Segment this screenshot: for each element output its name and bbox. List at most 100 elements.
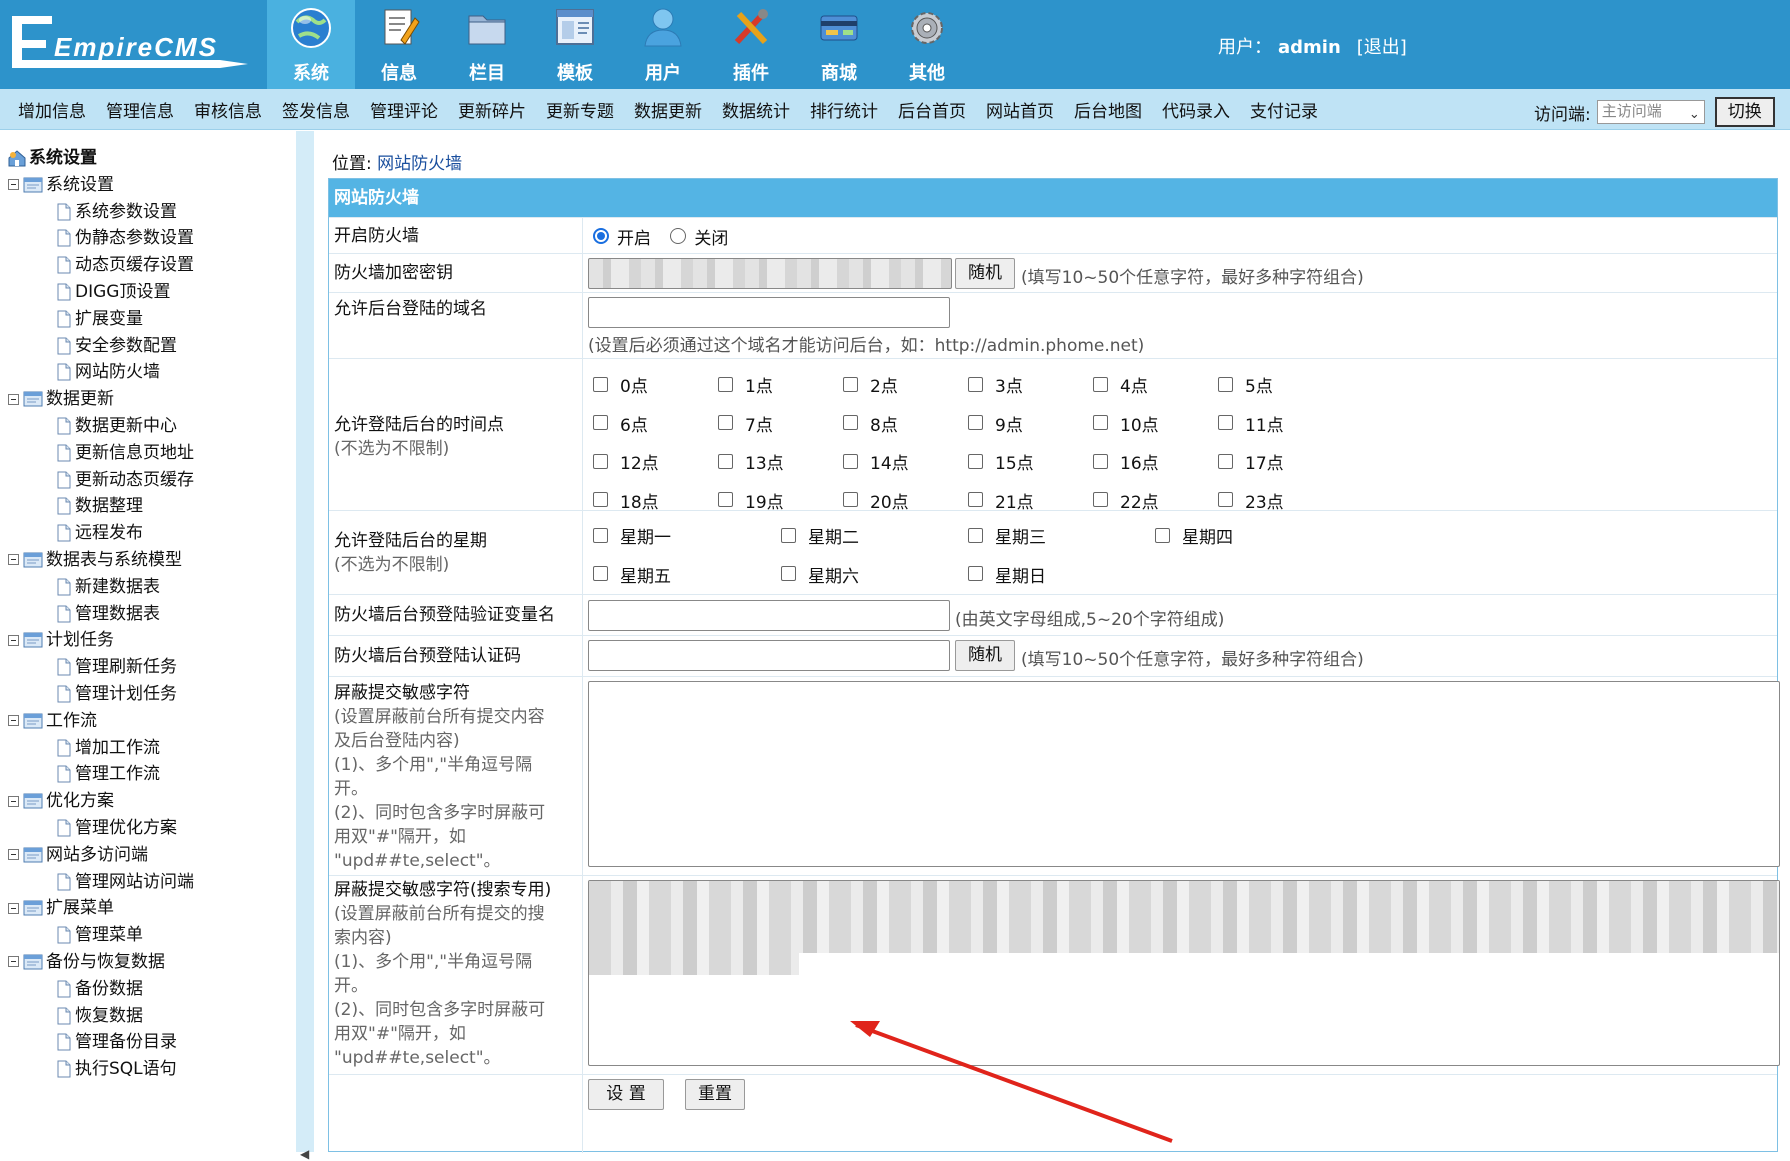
sidebar-group[interactable]: 系统设置 [8, 172, 194, 199]
sidebar-group[interactable]: 数据更新 [8, 386, 194, 413]
quick-link-payment-records[interactable]: 支付记录 [1250, 97, 1318, 122]
sidebar-group[interactable]: 备份与恢复数据 [8, 949, 194, 976]
tree-root-label: 系统设置 [29, 148, 97, 168]
sidebar-item[interactable]: 管理网站访问端 [8, 869, 194, 896]
sidebar-item[interactable]: 网站防火墙 [8, 359, 194, 386]
quick-link-site-home[interactable]: 网站首页 [986, 97, 1054, 122]
document-icon [57, 926, 71, 944]
sidebar-item[interactable]: 更新动态页缓存 [8, 467, 194, 494]
sidebar-item[interactable]: 数据更新中心 [8, 413, 194, 440]
quick-link-manage-comments[interactable]: 管理评论 [370, 97, 438, 122]
quick-link-review-info[interactable]: 审核信息 [194, 97, 262, 122]
logo-text: EmpireCMS [54, 32, 218, 62]
sidebar-item[interactable]: 管理优化方案 [8, 815, 194, 842]
nav-shop[interactable]: 商城 [795, 0, 883, 89]
sidebar-item[interactable]: 管理菜单 [8, 922, 194, 949]
sidebar-item[interactable]: 远程发布 [8, 520, 194, 547]
sidebar-item-label: 系统参数设置 [75, 201, 177, 222]
quick-link-update-fragments[interactable]: 更新碎片 [458, 97, 526, 122]
sidebar-item[interactable]: 更新信息页地址 [8, 440, 194, 467]
logo-graphic: EmpireCMS [12, 16, 248, 68]
document-icon [57, 819, 71, 837]
sidebar-item[interactable]: 恢复数据 [8, 1003, 194, 1030]
collapse-toggle-icon[interactable] [8, 393, 19, 405]
sidebar-item[interactable]: 备份数据 [8, 976, 194, 1003]
collapse-toggle-icon[interactable] [8, 849, 19, 861]
sidebar-group[interactable]: 扩展菜单 [8, 895, 194, 922]
nav-column[interactable]: 栏目 [443, 0, 531, 89]
sidebar-item[interactable]: 安全参数配置 [8, 333, 194, 360]
sidebar-item[interactable]: DIGG顶设置 [8, 279, 194, 306]
nav-system[interactable]: 系统 [267, 0, 355, 89]
quick-link-data-stats[interactable]: 数据统计 [722, 97, 790, 122]
collapse-toggle-icon[interactable] [8, 902, 19, 914]
collapse-toggle-icon[interactable] [8, 554, 19, 566]
sidebar-group-label: 扩展菜单 [46, 898, 114, 919]
sidebar-group[interactable]: 网站多访问端 [8, 842, 194, 869]
sidebar-group-label: 系统设置 [46, 174, 114, 195]
document-icon [57, 256, 71, 274]
quick-link-data-update[interactable]: 数据更新 [634, 97, 702, 122]
sidebar-item[interactable]: 执行SQL语句 [8, 1056, 194, 1083]
quick-menu: 增加信息 管理信息 审核信息 签发信息 管理评论 更新碎片 更新专题 数据更新 … [18, 89, 1338, 130]
quick-link-update-topics[interactable]: 更新专题 [546, 97, 614, 122]
nav-other[interactable]: 其他 [883, 0, 971, 89]
collapse-toggle-icon[interactable] [8, 795, 19, 807]
collapse-arrow-icon[interactable]: ◀ [300, 1147, 309, 1161]
folder-icon [23, 177, 43, 193]
nav-label: 栏目 [469, 63, 505, 84]
sidebar-item[interactable]: 管理数据表 [8, 601, 194, 628]
document-icon [57, 229, 71, 247]
sidebar-group[interactable]: 数据表与系统模型 [8, 547, 194, 574]
nav-user[interactable]: 用户 [619, 0, 707, 89]
nav-info[interactable]: 信息 [355, 0, 443, 89]
quick-link-sign-info[interactable]: 签发信息 [282, 97, 350, 122]
sidebar-group[interactable]: 工作流 [8, 708, 194, 735]
nav-plugin[interactable]: 插件 [707, 0, 795, 89]
quick-link-admin-map[interactable]: 后台地图 [1074, 97, 1142, 122]
quick-link-ranking-stats[interactable]: 排行统计 [810, 97, 878, 122]
switch-button[interactable]: 切换 [1714, 97, 1775, 127]
quick-link-manage-info[interactable]: 管理信息 [106, 97, 174, 122]
quick-link-add-info[interactable]: 增加信息 [18, 97, 86, 122]
sidebar-toggle-bar[interactable]: ◀ [296, 131, 314, 1161]
sidebar-item[interactable]: 管理计划任务 [8, 681, 194, 708]
sidebar-item-label: 管理备份目录 [75, 1032, 177, 1053]
sidebar-item-label: 执行SQL语句 [75, 1059, 177, 1080]
tree-root[interactable]: 系统设置 [8, 145, 194, 172]
sidebar-item-label: 管理数据表 [75, 603, 160, 624]
sidebar-item[interactable]: 扩展变量 [8, 306, 194, 333]
sidebar-item[interactable]: 数据整理 [8, 493, 194, 520]
nav-label: 模板 [557, 63, 593, 84]
access-select[interactable]: 主访问端 ⌄ [1596, 100, 1705, 124]
collapse-toggle-icon[interactable] [8, 179, 19, 191]
sidebar-item-label: 扩展变量 [75, 308, 143, 329]
collapse-toggle-icon[interactable] [8, 634, 19, 646]
main-content: 位置: 网站防火墙 网站防火墙 开启防火墙 开启 关闭 防火墙加密密钥 随机 (… [314, 131, 1790, 1153]
empirecms-logo[interactable]: EmpireCMS [8, 10, 258, 80]
sidebar-group-label: 数据更新 [46, 389, 114, 410]
sidebar-item[interactable]: 增加工作流 [8, 735, 194, 762]
sidebar-item[interactable]: 管理工作流 [8, 761, 194, 788]
quick-link-code-entry[interactable]: 代码录入 [1162, 97, 1230, 122]
sidebar-item[interactable]: 动态页缓存设置 [8, 252, 194, 279]
document-icon [57, 363, 71, 381]
nav-label: 系统 [293, 63, 329, 84]
sidebar-item-label: 恢复数据 [75, 1005, 143, 1026]
tools-icon [734, 9, 768, 45]
collapse-toggle-icon[interactable] [8, 715, 19, 727]
nav-label: 插件 [733, 63, 769, 84]
sidebar-item[interactable]: 系统参数设置 [8, 199, 194, 226]
document-icon [57, 417, 71, 435]
sidebar-group[interactable]: 优化方案 [8, 788, 194, 815]
sidebar-group[interactable]: 计划任务 [8, 627, 194, 654]
sidebar-item[interactable]: 管理备份目录 [8, 1029, 194, 1056]
nav-template[interactable]: 模板 [531, 0, 619, 89]
collapse-toggle-icon[interactable] [8, 956, 19, 968]
sidebar-item[interactable]: 新建数据表 [8, 574, 194, 601]
quick-link-admin-home[interactable]: 后台首页 [898, 97, 966, 122]
logout-link[interactable]: [退出] [1357, 37, 1407, 58]
sidebar-item[interactable]: 伪静态参数设置 [8, 225, 194, 252]
sidebar-item[interactable]: 管理刷新任务 [8, 654, 194, 681]
folder-icon [23, 900, 43, 916]
